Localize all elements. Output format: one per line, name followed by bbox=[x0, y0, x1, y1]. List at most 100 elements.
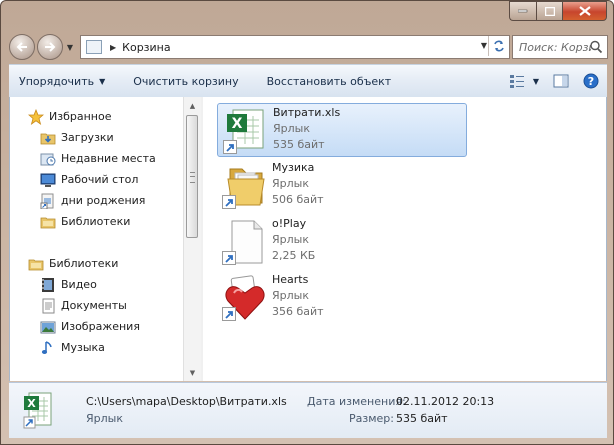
scroll-down-icon[interactable]: ▼ bbox=[184, 364, 201, 381]
pictures-library-icon bbox=[40, 319, 56, 335]
organize-button[interactable]: Упорядочить ▼ bbox=[9, 69, 115, 93]
nav-item-music[interactable]: Музыка bbox=[40, 337, 105, 358]
nav-item-documents[interactable]: Документы bbox=[40, 295, 127, 316]
libraries-icon bbox=[40, 214, 56, 230]
view-tiles-icon bbox=[510, 75, 524, 88]
close-button[interactable] bbox=[562, 1, 607, 21]
recycle-bin-small-icon bbox=[86, 40, 102, 54]
empty-bin-label: Очистить корзину bbox=[133, 74, 239, 88]
file-item[interactable]: o!Play Ярлык 2,25 КБ bbox=[217, 215, 467, 269]
scroll-up-icon[interactable]: ▲ bbox=[184, 97, 201, 114]
forward-arrow-icon bbox=[45, 42, 56, 52]
nav-item-label: Библиотеки bbox=[61, 215, 131, 228]
navigation-pane: Избранное Загрузки Недавние места Рабочи… bbox=[10, 97, 183, 381]
nav-item-label: Рабочий стол bbox=[61, 173, 139, 186]
shortcut-arrow-icon bbox=[222, 195, 236, 209]
restore-label: Восстановить объект bbox=[266, 74, 392, 88]
breadcrumb-location[interactable]: Корзина bbox=[122, 41, 170, 54]
file-name: Музика bbox=[272, 161, 315, 174]
nav-favorites[interactable]: Избранное bbox=[28, 106, 111, 127]
desktop-icon bbox=[40, 172, 56, 188]
nav-libraries[interactable]: Библиотеки bbox=[28, 253, 118, 274]
music-library-icon bbox=[40, 340, 56, 356]
search-placeholder: Поиск: Корзина bbox=[519, 40, 591, 54]
file-size: 2,25 КБ bbox=[272, 249, 316, 262]
star-icon bbox=[28, 108, 44, 125]
details-path: C:\Users\mapa\Desktop\Витрати.xls bbox=[86, 395, 287, 408]
nav-item-pictures[interactable]: Изображения bbox=[40, 316, 140, 337]
caption-buttons bbox=[509, 1, 607, 21]
search-input[interactable]: Поиск: Корзина bbox=[512, 35, 608, 59]
file-item[interactable]: X Витрати.xls Ярлык 535 байт bbox=[217, 103, 467, 157]
view-options-dropdown[interactable]: ▼ bbox=[529, 69, 543, 93]
nav-item-label: Недавние места bbox=[61, 152, 156, 165]
minimize-button[interactable] bbox=[509, 1, 536, 21]
shortcut-arrow-icon bbox=[222, 307, 236, 321]
recent-pages-dropdown[interactable]: ▼ bbox=[64, 43, 76, 52]
address-history-dropdown[interactable]: ▼ bbox=[481, 41, 487, 50]
nav-item-video[interactable]: Видео bbox=[40, 274, 97, 295]
maximize-button[interactable] bbox=[536, 1, 562, 21]
close-icon bbox=[578, 6, 591, 16]
preview-pane-button[interactable] bbox=[549, 69, 573, 93]
help-icon: ? bbox=[583, 73, 599, 89]
video-library-icon bbox=[40, 277, 56, 293]
details-size-value: 535 байт bbox=[396, 412, 448, 425]
hearts-game-shortcut-icon bbox=[222, 275, 268, 321]
svg-text:X: X bbox=[232, 116, 243, 132]
file-size: 356 байт bbox=[272, 305, 324, 318]
nav-item-desktop[interactable]: Рабочий стол bbox=[40, 169, 138, 190]
libraries-icon bbox=[28, 256, 44, 272]
address-row: ▼ ▶ Корзина ▼ Поиск: Корзина bbox=[9, 34, 608, 60]
excel-file-icon: X bbox=[21, 391, 55, 431]
grip-icon bbox=[190, 172, 195, 183]
chevron-down-icon: ▼ bbox=[99, 76, 106, 86]
nav-pane-scrollbar[interactable]: ▲ ▼ bbox=[183, 97, 201, 381]
nav-item-label: Изображения bbox=[61, 320, 140, 333]
file-item[interactable]: Hearts Ярлык 356 байт bbox=[217, 271, 467, 325]
nav-item-label: дни роджения bbox=[61, 194, 146, 207]
nav-item-downloads[interactable]: Загрузки bbox=[40, 127, 114, 148]
file-type: Ярлык bbox=[272, 177, 309, 190]
view-controls: ▼ ? bbox=[505, 69, 603, 93]
file-name: Витрати.xls bbox=[273, 106, 341, 119]
refresh-button[interactable] bbox=[488, 36, 509, 56]
forward-button[interactable] bbox=[37, 34, 63, 60]
help-button[interactable]: ? bbox=[579, 69, 603, 93]
refresh-icon bbox=[494, 40, 504, 52]
maximize-icon bbox=[544, 6, 555, 16]
scrollbar-thumb[interactable] bbox=[186, 115, 198, 238]
nav-item-recent-places[interactable]: Недавние места bbox=[40, 148, 156, 169]
back-button[interactable] bbox=[9, 34, 35, 60]
file-name: o!Play bbox=[272, 217, 307, 230]
command-bar: Упорядочить ▼ Очистить корзину Восстанов… bbox=[9, 64, 607, 98]
file-type: Ярлык bbox=[273, 122, 310, 135]
main-area: Избранное Загрузки Недавние места Рабочи… bbox=[9, 97, 607, 381]
nav-item-label: Документы bbox=[61, 299, 127, 312]
svg-text:?: ? bbox=[588, 75, 594, 88]
shortcut-arrow-icon bbox=[223, 140, 237, 154]
file-size: 535 байт bbox=[273, 138, 325, 151]
back-arrow-icon bbox=[16, 42, 27, 52]
change-view-button[interactable] bbox=[505, 69, 529, 93]
details-modified-value: 02.11.2012 20:13 bbox=[396, 395, 495, 408]
details-size-label: Размер: bbox=[349, 412, 394, 425]
nav-libraries-label: Библиотеки bbox=[49, 257, 119, 270]
folder-shortcut-icon bbox=[40, 193, 56, 209]
restore-button[interactable]: Восстановить объект bbox=[257, 69, 402, 93]
nav-item-birthdays[interactable]: дни роджения bbox=[40, 190, 145, 211]
file-item[interactable]: Музика Ярлык 506 байт bbox=[217, 159, 467, 213]
breadcrumb-arrow-icon[interactable]: ▶ bbox=[110, 43, 116, 52]
details-type: Ярлык bbox=[86, 412, 123, 425]
documents-library-icon bbox=[40, 298, 56, 314]
minimize-icon bbox=[518, 9, 528, 13]
search-icon[interactable] bbox=[589, 40, 603, 54]
address-bar[interactable]: ▶ Корзина ▼ bbox=[80, 35, 510, 59]
blank-file-shortcut-icon bbox=[222, 219, 268, 265]
nav-item-label: Видео bbox=[61, 278, 97, 291]
preview-pane-icon bbox=[553, 74, 569, 88]
nav-item-libraries-fav[interactable]: Библиотеки bbox=[40, 211, 130, 232]
empty-bin-button[interactable]: Очистить корзину bbox=[123, 69, 248, 93]
explorer-window: ▼ ▶ Корзина ▼ Поиск: Корзина bbox=[0, 0, 614, 445]
folder-shortcut-icon bbox=[222, 163, 268, 209]
